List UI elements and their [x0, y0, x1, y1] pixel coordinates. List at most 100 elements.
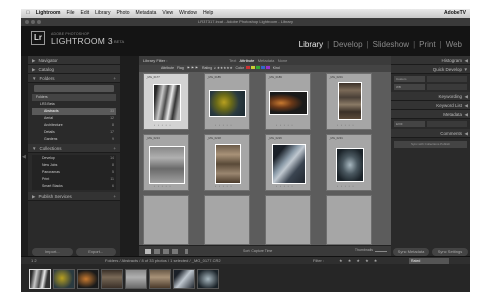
- rating-stars[interactable]: ≥ ★★★★★: [214, 66, 233, 70]
- menu-edit[interactable]: Edit: [78, 9, 93, 18]
- thumbnail-size-slider[interactable]: [375, 251, 387, 252]
- menu-library[interactable]: Library: [92, 9, 113, 18]
- filter-tab-attribute[interactable]: Attribute: [239, 58, 254, 63]
- publish-services-header[interactable]: ▶ Publish Services +: [28, 192, 120, 201]
- grid-cell[interactable]: [204, 195, 250, 245]
- color-swatch-green[interactable]: [255, 66, 260, 69]
- color-label[interactable]: Color: [236, 66, 244, 70]
- sync-settings-button[interactable]: Sync Settings: [432, 248, 468, 256]
- flag-icons[interactable]: ⚑ ⚑ ⚑: [187, 66, 198, 70]
- export-button[interactable]: Export...: [75, 248, 116, 256]
- loupe-view-icon[interactable]: [154, 249, 160, 254]
- metadata-preset-value[interactable]: [426, 121, 467, 127]
- filmstrip-thumbnail[interactable]: [197, 269, 219, 289]
- preset-dropdown[interactable]: Custom: [394, 76, 425, 82]
- rating-dots[interactable]: • • • • •: [154, 184, 172, 188]
- quick-develop-header[interactable]: Quick Develop ▼: [391, 65, 470, 74]
- menu-file[interactable]: File: [63, 9, 77, 18]
- folder-search-input[interactable]: [34, 85, 114, 92]
- grid-cell[interactable]: _MG_0201 • • • • •: [326, 73, 372, 130]
- add-publish-icon[interactable]: +: [113, 192, 116, 201]
- menu-photo[interactable]: Photo: [113, 9, 132, 18]
- sort-label[interactable]: Sort: Capture Time: [243, 248, 272, 255]
- collections-header[interactable]: ▼ Collections +: [28, 144, 120, 153]
- folder-item-selected[interactable]: Abstracts 33: [32, 108, 116, 115]
- collection-item[interactable]: New Jobs 8: [32, 162, 116, 169]
- grid-cell[interactable]: _MG_0231 • • • • •: [326, 134, 372, 191]
- module-web[interactable]: Web: [444, 40, 464, 49]
- metadata-header[interactable]: Metadata ◀: [391, 110, 470, 119]
- menu-help[interactable]: Help: [200, 9, 216, 18]
- filmstrip-thumbnail[interactable]: [149, 269, 171, 289]
- minimize-window-button[interactable]: [31, 20, 35, 24]
- grid-cell[interactable]: _MG_0218 • • • • •: [204, 134, 250, 191]
- survey-view-icon[interactable]: [172, 249, 178, 254]
- rating-dots[interactable]: • • • • •: [215, 184, 233, 188]
- filmstrip-thumbnail[interactable]: [173, 269, 195, 289]
- grid-cell[interactable]: _MG_0185 • • • • •: [204, 73, 250, 130]
- menu-view[interactable]: View: [159, 9, 176, 18]
- folder-item[interactable]: Gardens 9: [32, 136, 116, 143]
- keyword-list-header[interactable]: Keyword List ◀: [391, 101, 470, 110]
- menu-metadata[interactable]: Metadata: [133, 9, 160, 18]
- collection-item[interactable]: Smart Stacks 6: [32, 183, 116, 190]
- histogram-header[interactable]: Histogram ◀: [391, 56, 470, 65]
- folders-header[interactable]: ▼ Folders +: [28, 74, 120, 83]
- grid-cell[interactable]: _MG_0177 • • • • •: [143, 73, 189, 130]
- grid-cell[interactable]: [143, 195, 189, 245]
- preset-value[interactable]: [426, 76, 467, 82]
- add-collection-icon[interactable]: +: [113, 144, 116, 153]
- rating-dots[interactable]: • • • • •: [337, 123, 355, 127]
- rating-dots[interactable]: • • • • •: [276, 123, 294, 127]
- filmstrip-thumbnail[interactable]: [77, 269, 99, 289]
- compare-view-icon[interactable]: [163, 249, 169, 254]
- folder-item[interactable]: Details 17: [32, 129, 116, 136]
- module-slideshow[interactable]: Slideshow: [371, 40, 411, 49]
- rating-dots[interactable]: • • • • •: [154, 123, 172, 127]
- adobetv-label[interactable]: AdobeTV: [441, 9, 470, 18]
- grid-cell[interactable]: _MG_0189 • • • • •: [265, 73, 311, 130]
- folder-item[interactable]: LR3 Beta: [32, 101, 116, 108]
- filmstrip-thumbnail[interactable]: [101, 269, 123, 289]
- rating-dots[interactable]: • • • • •: [337, 184, 355, 188]
- kind-label[interactable]: Kind: [273, 66, 280, 70]
- rating-dots[interactable]: • • • • •: [215, 123, 233, 127]
- filter-tab-metadata[interactable]: Metadata: [258, 58, 275, 63]
- module-develop[interactable]: Develop: [331, 40, 364, 49]
- module-library[interactable]: Library: [297, 40, 325, 49]
- folder-item[interactable]: Architecture 8: [32, 122, 116, 129]
- filmstrip-thumbnail[interactable]: [53, 269, 75, 289]
- grid-cell[interactable]: [265, 195, 311, 245]
- grid-cell[interactable]: _MG_0213 • • • • •: [143, 134, 189, 191]
- color-swatch-purple[interactable]: [265, 66, 270, 69]
- menu-lightroom[interactable]: Lightroom: [33, 9, 64, 18]
- rating-dots[interactable]: • • • • •: [276, 184, 294, 188]
- wb-dropdown[interactable]: WB: [394, 84, 425, 90]
- add-folder-icon[interactable]: +: [113, 74, 116, 83]
- collection-item[interactable]: Panoramas 5: [32, 169, 116, 176]
- filter-tab-text[interactable]: Text: [229, 58, 236, 63]
- painter-icon[interactable]: [185, 249, 188, 254]
- rating-label[interactable]: Rating: [202, 66, 212, 70]
- flag-label[interactable]: Flag: [177, 66, 184, 70]
- import-button[interactable]: Import...: [32, 248, 73, 256]
- filter-tab-none[interactable]: None: [278, 58, 288, 63]
- module-print[interactable]: Print: [417, 40, 437, 49]
- comments-header[interactable]: Comments ◀: [391, 129, 470, 138]
- menu-window[interactable]: Window: [176, 9, 200, 18]
- navigator-header[interactable]: ▶ Navigator: [28, 56, 120, 65]
- grid-cell[interactable]: [326, 195, 372, 245]
- color-swatch-red[interactable]: [245, 66, 250, 69]
- filmstrip-thumbnail[interactable]: [29, 269, 51, 289]
- sync-metadata-button[interactable]: Sync Metadata: [393, 248, 429, 256]
- sync-note[interactable]: Sync with Collections Publish: [394, 141, 467, 148]
- left-panel-toggle-icon[interactable]: ◀: [22, 154, 26, 160]
- folder-drive[interactable]: Folders: [32, 94, 116, 101]
- grid-view-icon[interactable]: [145, 249, 151, 254]
- color-swatch-yellow[interactable]: [250, 66, 255, 69]
- collection-item[interactable]: Print 11: [32, 176, 116, 183]
- wb-value[interactable]: [426, 84, 467, 90]
- keywording-header[interactable]: Keywording ◀: [391, 92, 470, 101]
- metadata-preset-dropdown[interactable]: EXIF: [394, 121, 425, 127]
- collection-item[interactable]: Develop 14: [32, 155, 116, 162]
